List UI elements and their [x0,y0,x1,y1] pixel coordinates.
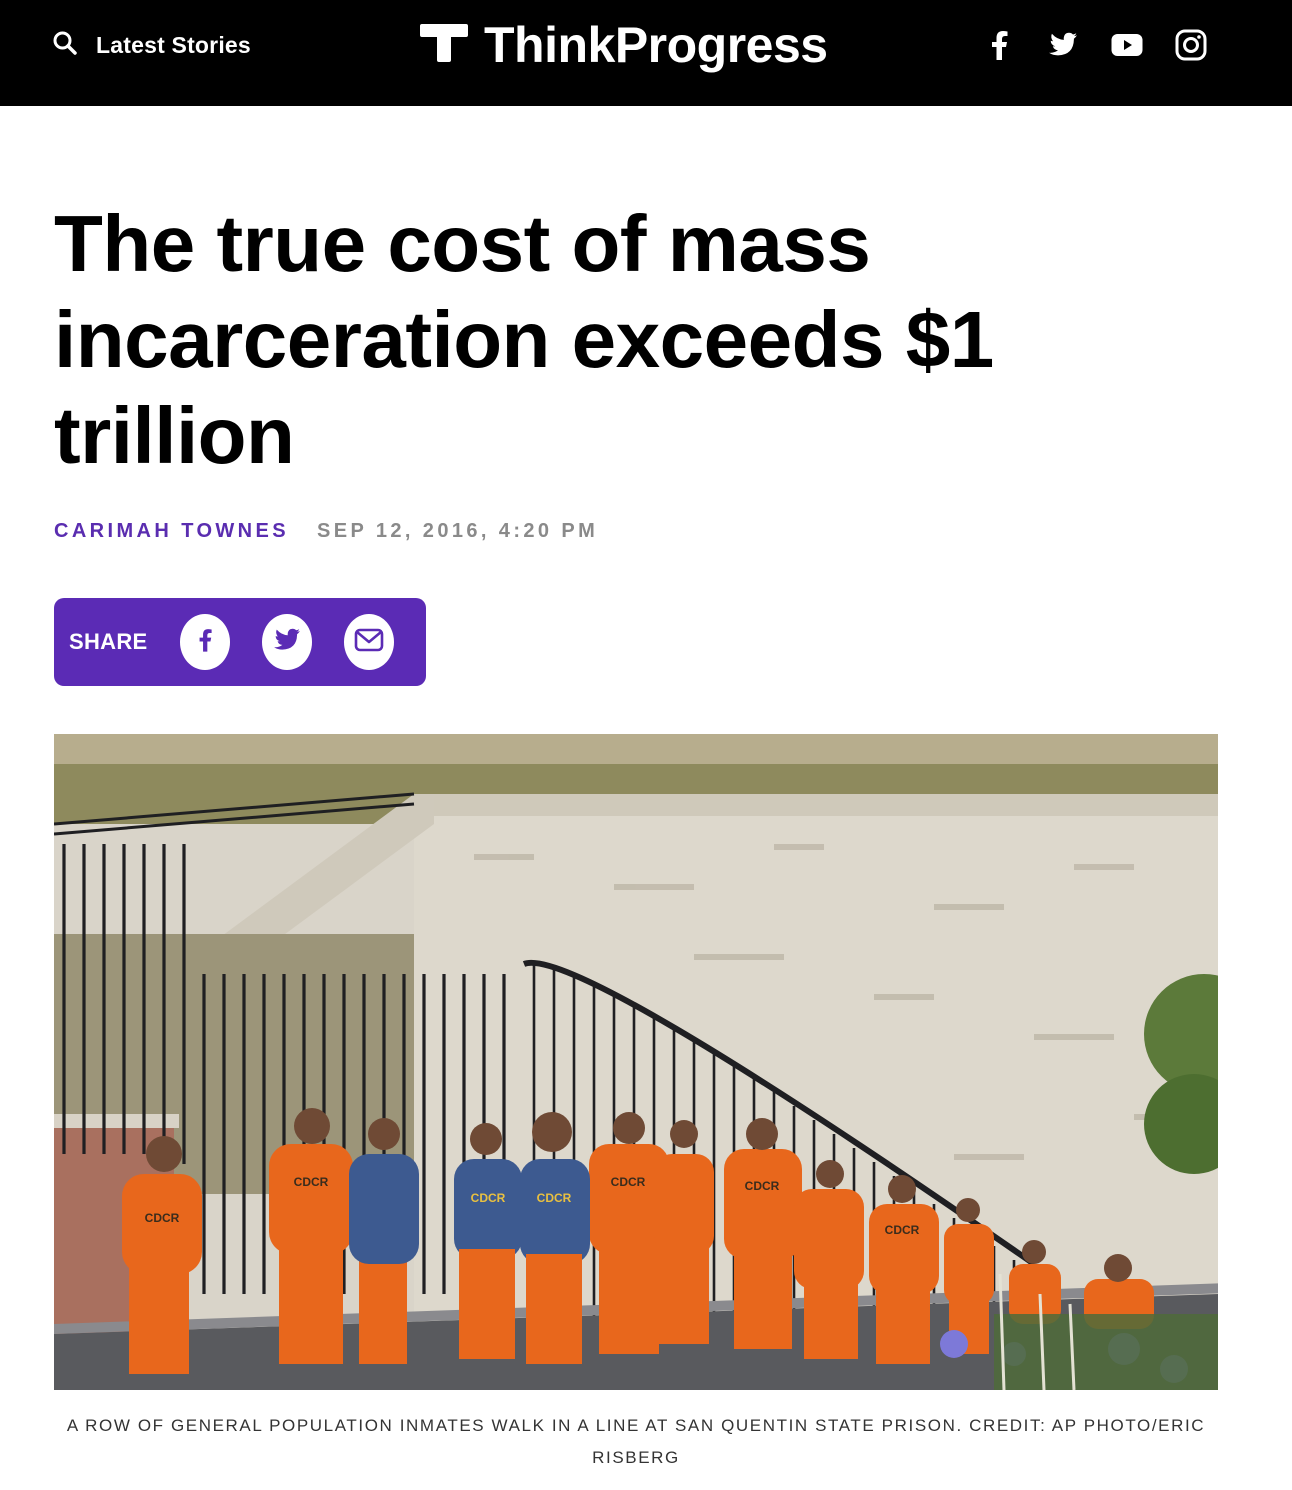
share-email-button[interactable] [343,614,394,670]
social-links [982,28,1208,62]
instagram-icon[interactable] [1174,28,1208,62]
badge-text: CDCR [294,1175,329,1189]
publish-date: SEP 12, 2016, 4:20 PM [317,520,599,542]
badge-text: CDCR [145,1211,180,1225]
search-icon [52,30,78,61]
share-bar: SHARE [54,598,426,686]
photo-caption: A row of general population inmates walk… [66,1416,1206,1467]
site-logo[interactable]: ThinkProgress [418,20,828,70]
badge-text: CDCR [885,1223,920,1237]
article-photo: CDCR CDCR CDCR CDCR CDCR CDCR CDCR [54,734,1218,1390]
brand-name: ThinkProgress [484,17,828,73]
facebook-icon[interactable] [982,28,1016,62]
logo-mark-icon [418,21,470,70]
share-twitter-button[interactable] [261,614,312,670]
badge-text: CDCR [611,1175,646,1189]
twitter-icon [273,628,301,657]
latest-stories-button[interactable]: Latest Stories [52,30,251,61]
share-label: SHARE [69,629,148,654]
share-facebook-button[interactable] [179,614,230,670]
badge-text: CDCR [745,1179,780,1193]
byline: CARIMAH TOWNES SEP 12, 2016, 4:20 PM [54,520,598,543]
facebook-icon [198,627,212,658]
author-link[interactable]: CARIMAH TOWNES [54,520,289,543]
badge-text: CDCR [537,1191,572,1205]
top-nav-bar: Latest Stories ThinkProgress [0,0,1292,106]
badge-text: CDCR [471,1191,506,1205]
article-headline: The true cost of mass incarceration exce… [54,199,994,480]
youtube-icon[interactable] [1110,28,1144,62]
twitter-icon[interactable] [1046,28,1080,62]
latest-stories-label: Latest Stories [96,32,251,58]
mail-icon [354,628,384,657]
